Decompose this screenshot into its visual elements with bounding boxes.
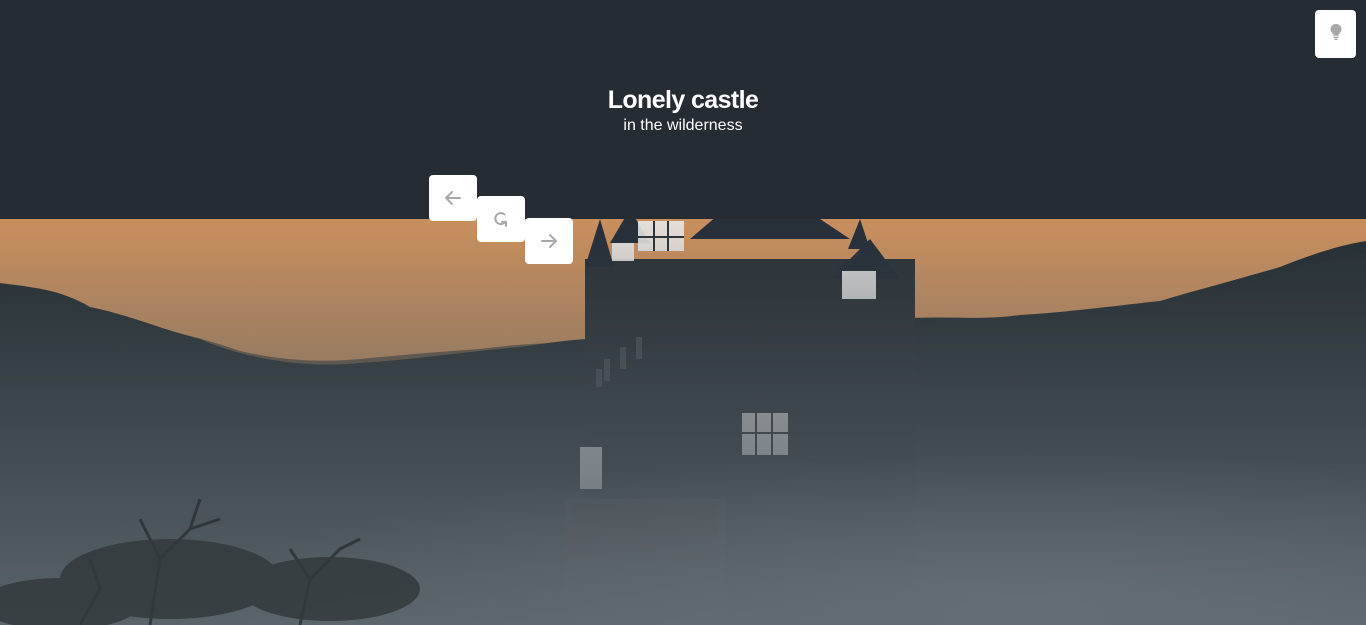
title-block: Lonely castle in the wilderness xyxy=(0,84,1366,136)
reset-button[interactable] xyxy=(477,196,525,242)
page-subtitle: in the wilderness xyxy=(623,117,743,134)
castle-image xyxy=(0,219,1366,625)
lightbulb-icon xyxy=(1329,23,1343,46)
page-title: Lonely castle xyxy=(607,86,759,114)
arrow-right-icon xyxy=(541,234,557,248)
arrow-left-icon xyxy=(445,191,461,205)
castle-scene-illustration xyxy=(0,219,1366,625)
previous-button[interactable] xyxy=(429,175,477,221)
header: Lonely castle in the wilderness xyxy=(0,0,1366,219)
next-button[interactable] xyxy=(525,218,573,264)
rotate-icon xyxy=(492,210,510,228)
hint-button[interactable] xyxy=(1315,10,1356,58)
